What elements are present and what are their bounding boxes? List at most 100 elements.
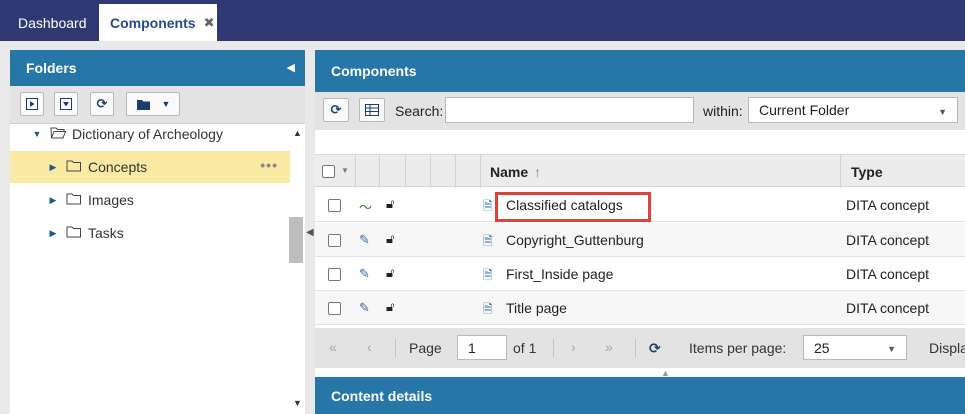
items-per-page-value: 25 [814, 339, 830, 356]
components-toolbar: ⟳ Search: within: Current Folder ▼ [315, 92, 965, 130]
components-header: Components [315, 50, 965, 92]
grid-header: ▼ Name ↑ Type [315, 154, 965, 188]
table-row[interactable]: ✎ 🔓︎ 🗎︎ Copyright_Guttenburg DITA concep… [315, 223, 965, 257]
tab-dashboard-label: Dashboard [18, 14, 87, 31]
splitter-arrow-icon[interactable]: ◀ [306, 227, 314, 238]
tree-item-images[interactable]: ▶ Images [10, 184, 290, 216]
folders-panel: Folders ◀ ⟳ ▼ ▼ Dictionary of Archeology… [10, 50, 305, 414]
folder-tree-scrollbar[interactable]: ▲ ▼ [290, 124, 305, 414]
collapse-icon [60, 98, 72, 110]
row-checkbox[interactable] [328, 199, 341, 212]
components-panel: Components ⟳ Search: within: Current Fol… [315, 50, 965, 414]
tree-item-label: Tasks [88, 225, 124, 241]
display-label: Displa [929, 340, 965, 356]
table-icon [365, 104, 379, 116]
row-checkbox[interactable] [328, 302, 341, 315]
previous-page-icon[interactable]: ‹ [367, 339, 372, 355]
content-details-header[interactable]: Content details [315, 377, 965, 414]
unlocked-icon: 🔓︎ [386, 196, 395, 211]
column-header-type[interactable]: Type [851, 164, 883, 180]
refresh-folders-button[interactable]: ⟳ [90, 92, 114, 116]
refresh-components-button[interactable]: ⟳ [323, 98, 349, 122]
within-select[interactable]: Current Folder ▼ [748, 97, 958, 123]
column-header-name[interactable]: Name ↑ [490, 164, 541, 180]
folder-open-icon [136, 99, 150, 110]
tab-components[interactable]: Components ✖ [99, 4, 217, 41]
last-page-icon[interactable]: » [605, 339, 613, 355]
grid-view-button[interactable] [359, 98, 385, 122]
expand-all-button[interactable] [20, 92, 44, 116]
collapse-all-button[interactable] [54, 92, 78, 116]
folders-header: Folders ◀ [10, 50, 305, 86]
caret-down-icon[interactable]: ▼ [30, 129, 44, 139]
column-type-label: Type [851, 164, 883, 180]
tab-components-label: Components [110, 14, 196, 31]
panel-splitter-handle[interactable]: ◀ [289, 217, 314, 263]
tree-item-tasks[interactable]: ▶ Tasks [10, 217, 290, 249]
more-options-icon[interactable]: ••• [260, 157, 278, 173]
table-row[interactable]: ✎ 🔓︎ 🗎︎ First_Inside page DITA concept [315, 257, 965, 291]
page-label: Page [409, 340, 442, 356]
document-icon: 🗎︎ [483, 302, 493, 316]
search-input[interactable] [445, 97, 694, 123]
next-page-icon[interactable]: › [571, 339, 576, 355]
folder-tree: ▼ Dictionary of Archeology ▶ Concepts ••… [10, 124, 290, 414]
close-tab-icon[interactable]: ✖ [204, 15, 215, 31]
select-all-checkbox[interactable] [322, 165, 335, 178]
component-type: DITA concept [846, 266, 930, 282]
chevron-down-icon: ▼ [887, 344, 896, 354]
content-details-title: Content details [331, 387, 433, 404]
page-number-input[interactable]: 1 [457, 335, 507, 360]
document-icon: 🗎︎ [483, 234, 493, 248]
pencil-icon: ✎ [359, 232, 370, 247]
folders-title: Folders [26, 60, 77, 76]
refresh-icon: ⟳ [96, 96, 108, 111]
folder-icon [66, 192, 82, 208]
caret-right-icon[interactable]: ▶ [46, 162, 60, 173]
tree-item-label: Dictionary of Archeology [72, 126, 223, 142]
tab-dashboard[interactable]: Dashboard [6, 4, 99, 41]
tree-item-dictionary-of-archeology[interactable]: ▼ Dictionary of Archeology [10, 118, 290, 150]
collapse-panel-icon[interactable]: ◀ [287, 61, 295, 74]
page-count: of 1 [513, 340, 537, 356]
folder-icon [66, 225, 82, 241]
caret-right-icon[interactable]: ▶ [46, 228, 60, 239]
items-per-page-select[interactable]: 25 ▼ [803, 335, 907, 360]
top-tab-bar: Dashboard Components ✖ [0, 0, 965, 41]
chevron-down-icon: ▼ [161, 99, 171, 109]
scroll-down-icon[interactable]: ▼ [293, 398, 302, 408]
document-icon: 🗎︎ [483, 268, 493, 282]
table-row[interactable]: 〜 🔓︎ 🗎︎ Classified catalogs DITA concept [315, 188, 965, 222]
component-name[interactable]: First_Inside page [506, 266, 613, 282]
row-checkbox[interactable] [328, 268, 341, 281]
highlight-annotation [495, 192, 651, 222]
document-icon: 🗎︎ [483, 199, 493, 213]
first-page-icon[interactable]: « [329, 339, 337, 355]
scroll-up-icon[interactable]: ▲ [293, 128, 302, 138]
component-name[interactable]: Copyright_Guttenburg [506, 232, 644, 248]
select-menu-chevron-icon[interactable]: ▼ [341, 166, 349, 175]
component-name[interactable]: Title page [506, 300, 567, 316]
page-number-value: 1 [468, 339, 476, 356]
folder-icon [66, 159, 82, 175]
tree-item-concepts[interactable]: ▶ Concepts ••• [10, 151, 290, 183]
table-row[interactable]: ✎ 🔓︎ 🗎︎ Title page DITA concept [315, 291, 965, 325]
pencil-icon: ✎ [359, 266, 370, 281]
component-type: DITA concept [846, 300, 930, 316]
unlocked-icon: 🔓︎ [386, 231, 395, 246]
component-type: DITA concept [846, 232, 930, 248]
unlocked-icon: 🔓︎ [386, 265, 395, 280]
within-select-value: Current Folder [759, 102, 850, 118]
refresh-page-icon[interactable]: ⟳ [649, 340, 661, 357]
row-checkbox[interactable] [328, 234, 341, 247]
chevron-down-icon: ▼ [938, 107, 947, 117]
items-per-page-label: Items per page: [689, 340, 787, 356]
search-label: Search: [395, 103, 444, 119]
refresh-icon: ⟳ [330, 102, 342, 117]
folder-open-icon [50, 126, 67, 142]
folder-actions-button[interactable]: ▼ [126, 92, 180, 116]
unlocked-icon: 🔓︎ [386, 299, 395, 314]
pager: « ‹ Page 1 of 1 › » ⟳ Items per page: 25… [315, 328, 965, 368]
caret-right-icon[interactable]: ▶ [46, 195, 60, 206]
components-title: Components [331, 63, 417, 79]
